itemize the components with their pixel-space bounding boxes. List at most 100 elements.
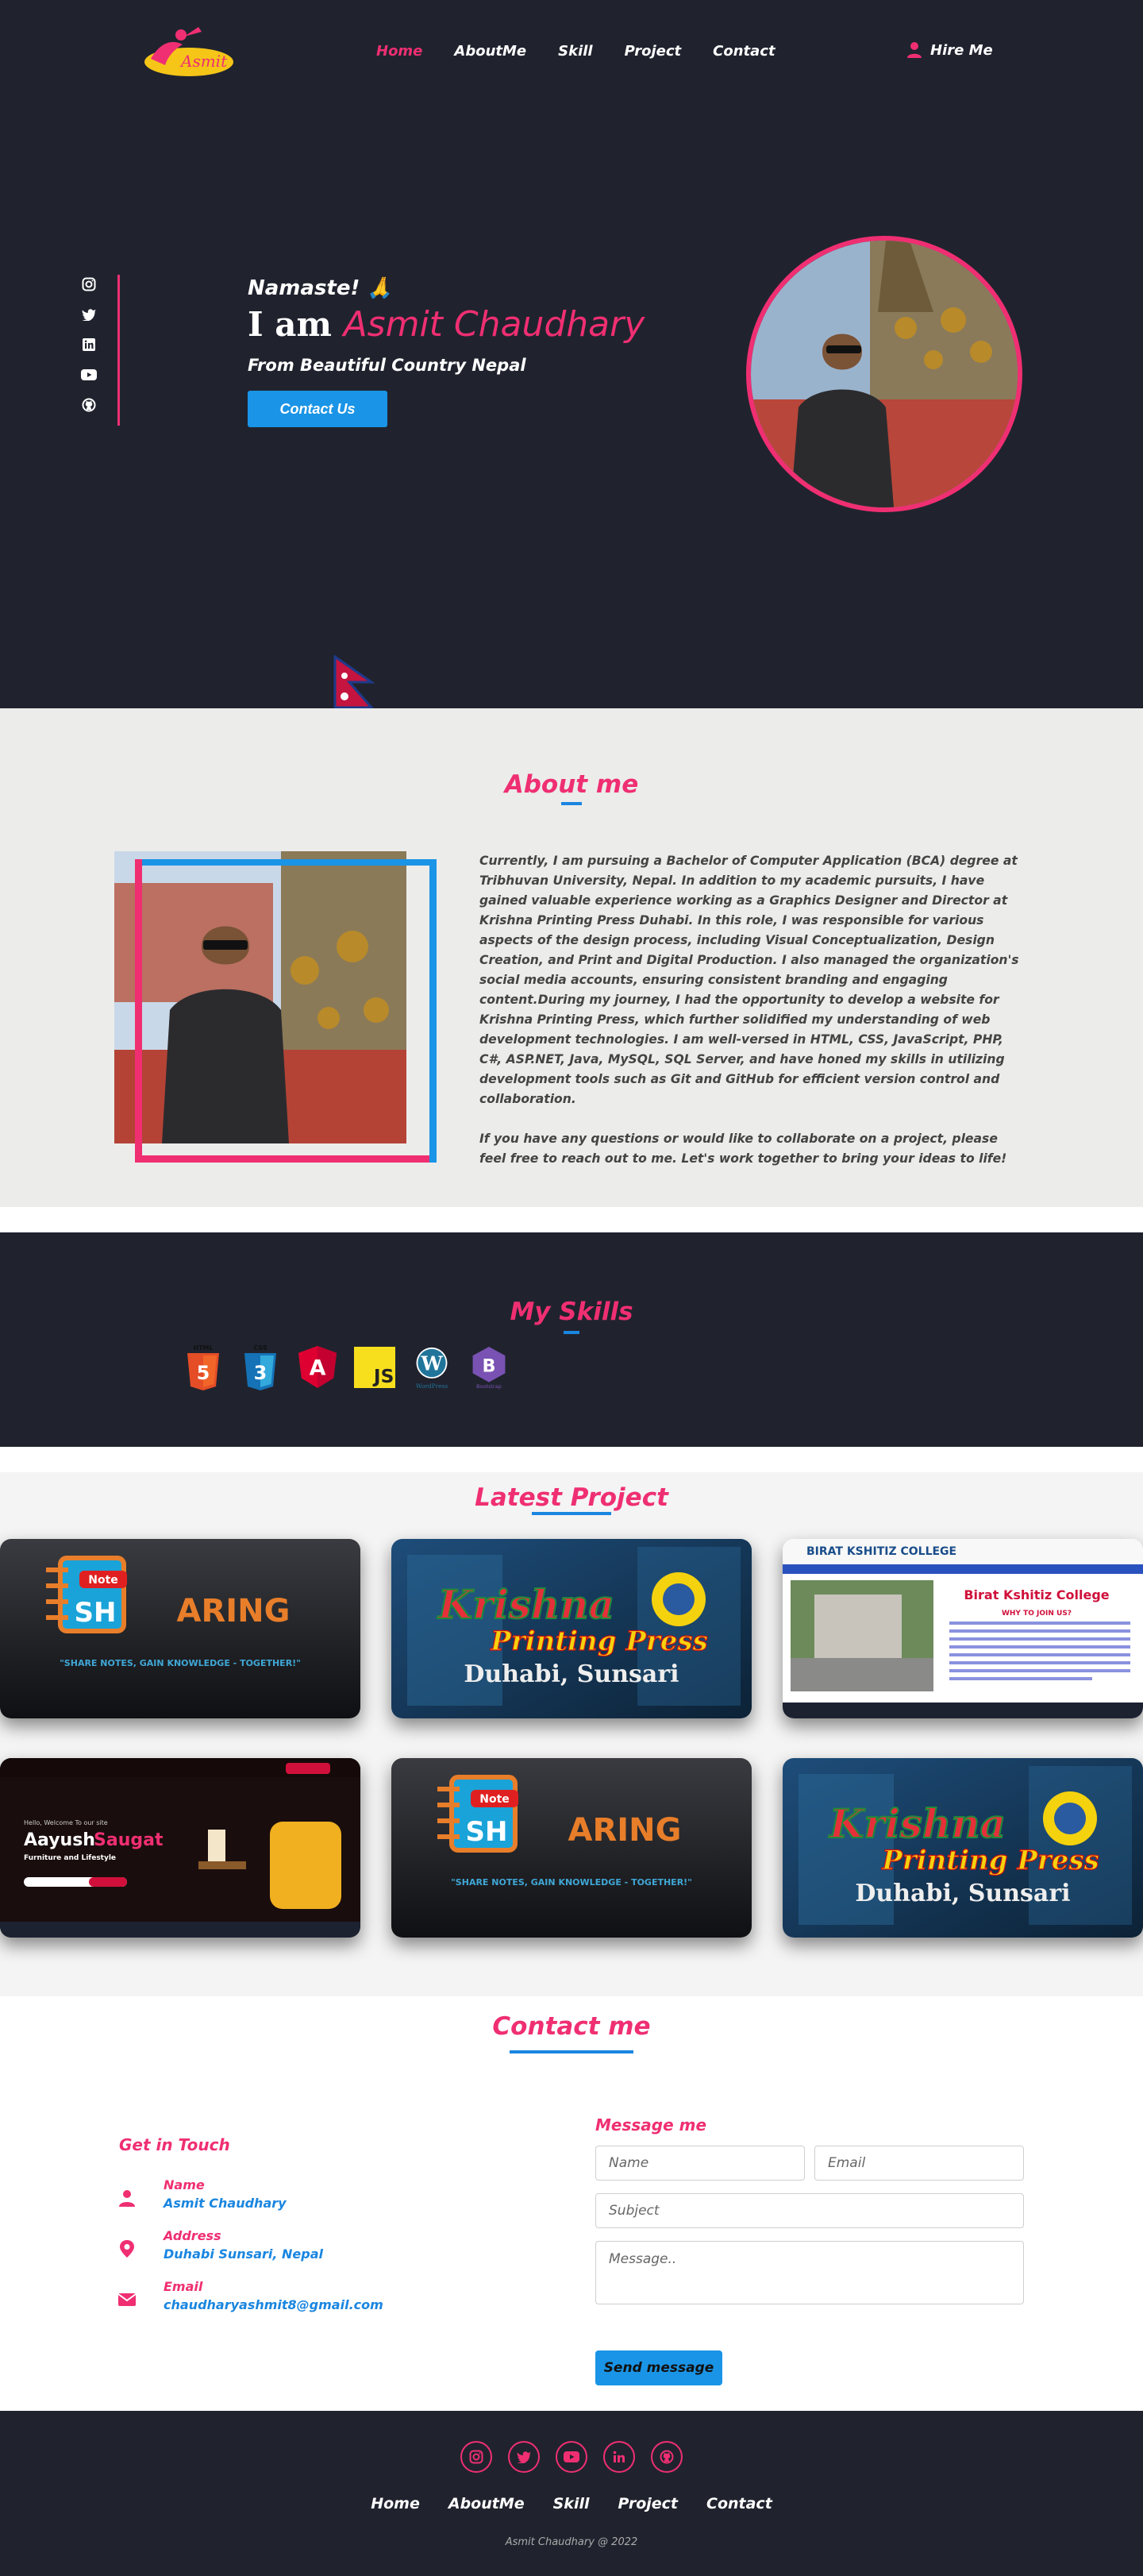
github-icon[interactable] bbox=[81, 397, 97, 413]
svg-text:Aayush: Aayush bbox=[24, 1830, 95, 1850]
about-title-underline bbox=[561, 802, 582, 805]
svg-text:ARING: ARING bbox=[177, 1593, 291, 1629]
subject-input[interactable] bbox=[595, 2193, 1024, 2228]
contact-us-button[interactable]: Contact Us bbox=[248, 391, 387, 427]
linkedin-icon[interactable] bbox=[81, 337, 97, 353]
email-value[interactable]: chaudharyashmit8@gmail.com bbox=[164, 2297, 383, 2312]
twitter-icon[interactable] bbox=[508, 2441, 540, 2473]
hero-name: Asmit Chaudhary bbox=[343, 304, 645, 345]
address-value: Duhabi Sunsari, Nepal bbox=[164, 2246, 323, 2262]
nav-aboutme[interactable]: AboutMe bbox=[454, 43, 526, 60]
skills-section: My Skills HTML 5 CSS 3 A JS W WordPress … bbox=[0, 1232, 1143, 1447]
navbar: Asmit Home AboutMe Skill Project Contact… bbox=[0, 0, 1143, 111]
contact-title: Contact me bbox=[492, 2012, 651, 2041]
nav-home[interactable]: Home bbox=[376, 43, 422, 60]
get-in-touch-heading: Get in Touch bbox=[119, 2135, 230, 2154]
css3-icon: CSS 3 bbox=[240, 1344, 281, 1391]
email-input[interactable] bbox=[814, 2146, 1024, 2181]
skills-title: My Skills bbox=[510, 1298, 633, 1326]
svg-text:Printing Press: Printing Press bbox=[881, 1845, 1099, 1876]
address-label: Address bbox=[164, 2228, 221, 2243]
about-paragraph-2: If you have any questions or would like … bbox=[479, 1132, 1007, 1166]
angular-icon: A bbox=[297, 1344, 338, 1391]
youtube-icon[interactable] bbox=[556, 2441, 587, 2473]
svg-text:HTML: HTML bbox=[193, 1344, 213, 1352]
svg-text:"SHARE NOTES, GAIN KNOWLEDGE -: "SHARE NOTES, GAIN KNOWLEDGE - TOGETHER!… bbox=[60, 1658, 301, 1668]
profile-photo bbox=[746, 236, 1022, 512]
footer-nav-project[interactable]: Project bbox=[618, 2495, 678, 2512]
svg-text:Furniture and Lifestyle: Furniture and Lifestyle bbox=[24, 1854, 116, 1862]
svg-text:Printing Press: Printing Press bbox=[490, 1625, 707, 1657]
github-icon[interactable] bbox=[651, 2441, 683, 2473]
svg-text:Duhabi, Sunsari: Duhabi, Sunsari bbox=[464, 1660, 679, 1688]
contact-info-name: Name Asmit Chaudhary bbox=[117, 2177, 287, 2211]
project-card-aayush-saugat[interactable]: Hello, Welcome To our site Aayush Saugat… bbox=[0, 1758, 360, 1938]
hero-section: Namaste! 🙏 I am Asmit Chaudhary From Bea… bbox=[0, 111, 1143, 709]
project-card-birat-college[interactable]: BIRAT KSHITIZ COLLEGE Birat Kshitiz Coll… bbox=[783, 1539, 1143, 1718]
contact-section: Contact me Get in Touch Name Asmit Chaud… bbox=[0, 1996, 1143, 2411]
user-icon bbox=[907, 42, 922, 58]
user-icon bbox=[119, 2190, 135, 2207]
svg-text:JS: JS bbox=[372, 1366, 394, 1387]
wordpress-icon: W WordPress bbox=[411, 1344, 452, 1391]
copyright: Asmit Chaudhary @ 2022 bbox=[505, 2536, 638, 2548]
svg-text:WordPress: WordPress bbox=[416, 1382, 448, 1390]
svg-text:Hello, Welcome To our site: Hello, Welcome To our site bbox=[24, 1819, 108, 1826]
nav-project[interactable]: Project bbox=[625, 43, 682, 60]
about-title: About me bbox=[504, 770, 639, 799]
instagram-icon[interactable] bbox=[81, 276, 97, 292]
linkedin-icon[interactable] bbox=[603, 2441, 635, 2473]
nav-contact[interactable]: Contact bbox=[713, 43, 775, 60]
footer-nav-aboutme[interactable]: AboutMe bbox=[448, 2495, 525, 2512]
svg-text:Saugat: Saugat bbox=[94, 1830, 164, 1850]
javascript-icon: JS bbox=[354, 1344, 395, 1391]
hero-divider bbox=[117, 275, 120, 426]
site-logo[interactable]: Asmit bbox=[135, 21, 238, 84]
svg-text:Birat Kshitiz College: Birat Kshitiz College bbox=[964, 1587, 1109, 1602]
message-textarea[interactable] bbox=[595, 2241, 1024, 2304]
name-value: Asmit Chaudhary bbox=[164, 2196, 287, 2211]
footer-nav-skill[interactable]: Skill bbox=[553, 2495, 590, 2512]
project-card-note-sharing[interactable]: Note SH ARING "SHARE NOTES, GAIN KNOWLED… bbox=[0, 1539, 360, 1718]
project-card-krishna-press[interactable]: Krishna Printing Press Duhabi, Sunsari bbox=[391, 1539, 752, 1718]
hero-greeting: Namaste! 🙏 bbox=[248, 276, 393, 300]
message-me-heading: Message me bbox=[595, 2115, 707, 2134]
svg-text:5: 5 bbox=[197, 1362, 210, 1384]
about-section: About me Currently, I am pursuing a Bach… bbox=[0, 708, 1143, 1207]
svg-text:3: 3 bbox=[254, 1362, 267, 1384]
svg-text:A: A bbox=[310, 1356, 326, 1381]
name-input[interactable] bbox=[595, 2146, 805, 2181]
email-label: Email bbox=[164, 2279, 203, 2294]
name-label: Name bbox=[164, 2177, 205, 2192]
nepal-flag-icon bbox=[333, 655, 375, 709]
svg-text:W: W bbox=[420, 1352, 443, 1375]
svg-text:"SHARE NOTES, GAIN KNOWLEDGE -: "SHARE NOTES, GAIN KNOWLEDGE - TOGETHER!… bbox=[451, 1877, 692, 1888]
footer-nav-home[interactable]: Home bbox=[371, 2495, 420, 2512]
hero-heading: I am Asmit Chaudhary bbox=[248, 304, 645, 345]
project-card-krishna-press-2[interactable]: Krishna Printing Press Duhabi, Sunsari bbox=[783, 1758, 1143, 1938]
svg-text:CSS: CSS bbox=[253, 1344, 267, 1352]
svg-text:SH: SH bbox=[466, 1816, 508, 1848]
envelope-icon bbox=[117, 2293, 137, 2306]
nav-skill[interactable]: Skill bbox=[558, 43, 592, 60]
footer: Home AboutMe Skill Project Contact Asmit… bbox=[0, 2411, 1143, 2576]
twitter-icon[interactable] bbox=[81, 307, 97, 322]
instagram-icon[interactable] bbox=[460, 2441, 492, 2473]
hire-me-button[interactable]: Hire Me bbox=[906, 41, 993, 59]
svg-text:Duhabi, Sunsari: Duhabi, Sunsari bbox=[855, 1880, 1070, 1907]
section-separator-2 bbox=[0, 1447, 1143, 1472]
location-pin-icon bbox=[120, 2240, 134, 2258]
svg-text:ARING: ARING bbox=[568, 1812, 682, 1849]
svg-text:Krishna: Krishna bbox=[437, 1581, 614, 1628]
svg-text:Krishna: Krishna bbox=[828, 1800, 1006, 1847]
html5-icon: HTML 5 bbox=[183, 1344, 224, 1391]
footer-menu: Home AboutMe Skill Project Contact bbox=[0, 2495, 1143, 2512]
youtube-icon[interactable] bbox=[81, 367, 97, 383]
main-menu: Home AboutMe Skill Project Contact bbox=[376, 43, 775, 60]
send-message-button[interactable]: Send message bbox=[595, 2350, 722, 2385]
project-card-note-sharing-2[interactable]: Note SH ARING "SHARE NOTES, GAIN KNOWLED… bbox=[391, 1758, 752, 1938]
footer-nav-contact[interactable]: Contact bbox=[706, 2495, 772, 2512]
section-separator bbox=[0, 1207, 1143, 1232]
about-frame-pink-left bbox=[135, 859, 142, 1163]
projects-title: Latest Project bbox=[475, 1483, 668, 1512]
